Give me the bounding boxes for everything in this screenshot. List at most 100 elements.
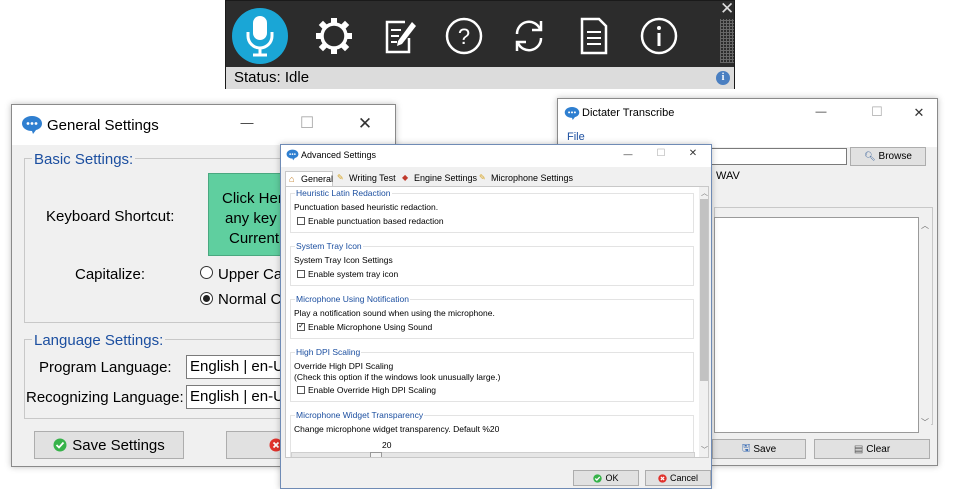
panel-scrollbar[interactable]: ︿ ﹀	[699, 187, 708, 457]
basic-settings-label: Basic Settings:	[32, 151, 136, 168]
document-button[interactable]	[566, 8, 622, 64]
widget-transparency-section: Microphone Widget Transparency Change mi…	[290, 410, 695, 457]
check-circle-icon	[53, 438, 67, 452]
section-description: Play a notification sound when using the…	[294, 308, 495, 318]
transcribe-titlebar: Dictater Transcribe — ☐ ✕	[558, 99, 937, 129]
slider-thumb[interactable]	[370, 452, 382, 457]
general-tab-panel: Heuristic Latin Redaction Punctuation ba…	[285, 186, 709, 458]
general-settings-title: General Settings	[47, 117, 159, 134]
toolbar-close-icon[interactable]: ✕	[720, 0, 734, 17]
checkbox-label: Enable Override High DPI Scaling	[308, 385, 437, 395]
scroll-down-icon[interactable]: ﹀	[921, 417, 929, 428]
save-disk-icon: 🖫	[741, 442, 751, 454]
transcript-scrollbar[interactable]: ︿ ﹀	[919, 217, 931, 433]
transcribe-clear-button[interactable]: ▤ Clear	[814, 439, 930, 459]
magnifier-icon: 🔍︎	[864, 151, 876, 161]
transcribe-maximize-button[interactable]: ☐	[869, 104, 885, 120]
punctuation-redaction-checkbox[interactable]	[297, 217, 305, 225]
normal-case-radio[interactable]	[200, 292, 213, 305]
section-title: High DPI Scaling	[295, 347, 362, 357]
transcript-textarea[interactable]	[714, 217, 919, 433]
save-settings-label: Save Settings	[72, 436, 165, 454]
app-chat-icon	[22, 116, 42, 134]
high-dpi-checkbox[interactable]	[297, 386, 305, 394]
tab-general[interactable]: ⌂ General	[285, 171, 333, 186]
tab-engine-settings[interactable]: ◆ Engine Settings	[399, 171, 477, 186]
cancel-settings-button[interactable]	[226, 431, 286, 459]
save-settings-button[interactable]: Save Settings	[34, 431, 184, 459]
advanced-minimize-button[interactable]: —	[622, 149, 634, 159]
settings-gear-icon	[316, 18, 352, 54]
toolbar-drag-grip[interactable]	[720, 19, 734, 63]
status-text: Status: Idle	[226, 67, 734, 89]
ok-check-icon	[593, 473, 603, 483]
shortcut-box-line-2: any key c	[225, 210, 289, 227]
transparency-slider[interactable]	[291, 452, 695, 457]
section-title: Microphone Widget Transparency	[295, 410, 425, 420]
engine-icon: ◆	[402, 173, 409, 182]
info-button[interactable]	[631, 8, 687, 64]
advanced-settings-window: Advanced Settings — ☐ ✕ ⌂ General ✎ Writ…	[280, 144, 712, 489]
audio-format-label: WAV	[716, 170, 740, 182]
scroll-up-icon[interactable]: ︿	[921, 220, 929, 231]
advanced-ok-button[interactable]: OK	[573, 470, 639, 486]
dictater-toolbar: ? ✕ Status: Idle i	[225, 0, 735, 89]
home-icon: ⌂	[289, 174, 295, 184]
tab-microphone-settings-label: Microphone Settings	[491, 173, 574, 183]
section-title: System Tray Icon	[295, 241, 363, 251]
microphone-sound-checkbox[interactable]	[297, 321, 305, 331]
normal-case-label: Normal C	[218, 291, 282, 308]
section-description: Punctuation based heuristic redaction.	[294, 202, 439, 212]
file-path-input[interactable]	[708, 148, 847, 165]
advanced-close-button[interactable]: ✕	[687, 148, 699, 159]
pencil-icon: ✎	[337, 173, 344, 182]
microphone-button[interactable]	[232, 8, 288, 64]
microphone-settings-icon: ✎	[479, 173, 486, 182]
transcribe-close-button[interactable]: ✕	[911, 105, 927, 121]
microphone-icon	[246, 16, 274, 57]
help-button[interactable]: ?	[436, 8, 492, 64]
section-description: Override High DPI Scaling	[294, 361, 394, 371]
app-chat-icon	[564, 106, 580, 121]
tab-writing-test[interactable]: ✎ Writing Test	[334, 171, 398, 186]
maximize-button[interactable]: ☐	[297, 113, 317, 133]
minimize-button[interactable]: —	[237, 115, 257, 130]
scroll-down-icon[interactable]: ﹀	[701, 445, 708, 455]
tab-writing-test-label: Writing Test	[349, 173, 396, 183]
edit-note-button[interactable]	[371, 8, 427, 64]
radio-selected-dot	[203, 295, 210, 302]
browse-label: Browse	[878, 151, 912, 162]
checkbox-label: Enable system tray icon	[308, 269, 399, 279]
transcribe-title: Dictater Transcribe	[582, 107, 675, 119]
section-note: (Check this option if the windows look u…	[294, 372, 501, 382]
system-tray-section: System Tray Icon System Tray Icon Settin…	[290, 241, 694, 286]
status-info-icon[interactable]: i	[716, 71, 730, 85]
file-menu[interactable]: File	[567, 131, 585, 143]
scroll-up-icon[interactable]: ︿	[701, 188, 708, 198]
section-description: System Tray Icon Settings	[294, 255, 393, 265]
microphone-notification-section: Microphone Using Notification Play a not…	[290, 294, 694, 339]
advanced-settings-titlebar: Advanced Settings — ☐ ✕	[281, 145, 711, 167]
advanced-cancel-button[interactable]: Cancel	[645, 470, 711, 486]
edit-note-icon	[385, 20, 416, 54]
heuristic-redaction-section: Heuristic Latin Redaction Punctuation ba…	[290, 188, 694, 233]
advanced-maximize-button[interactable]: ☐	[655, 148, 667, 159]
transcribe-minimize-button[interactable]: —	[813, 106, 829, 118]
capitalize-label: Capitalize:	[75, 266, 146, 283]
settings-button[interactable]	[306, 8, 362, 64]
upper-case-label: Upper Ca	[218, 266, 283, 283]
scroll-thumb[interactable]	[700, 199, 708, 381]
upper-case-radio[interactable]	[200, 266, 213, 279]
language-settings-label: Language Settings:	[32, 332, 166, 349]
clear-icon: ▤	[853, 443, 864, 455]
system-tray-checkbox[interactable]	[297, 270, 305, 278]
transcribe-save-button[interactable]: 🖫 Save	[712, 439, 806, 459]
recognizing-language-label: Recognizing Language:	[26, 389, 184, 406]
browse-button[interactable]: 🔍︎ Browse	[850, 147, 926, 166]
tab-general-label: General	[301, 174, 334, 184]
refresh-button[interactable]	[501, 8, 557, 64]
close-button[interactable]: ✕	[355, 114, 375, 134]
checkbox-label: Enable Microphone Using Sound	[308, 322, 433, 332]
advanced-settings-title: Advanced Settings	[301, 150, 377, 160]
tab-microphone-settings[interactable]: ✎ Microphone Settings	[476, 171, 576, 186]
